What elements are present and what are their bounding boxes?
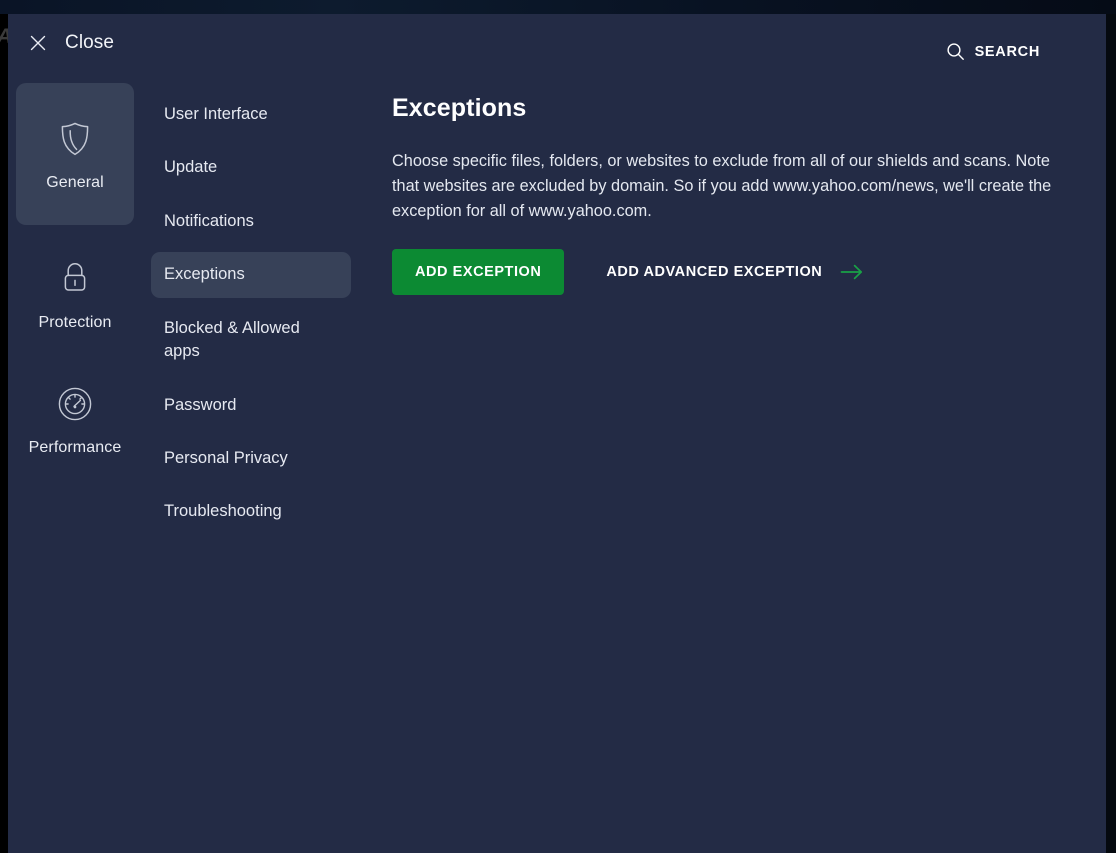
sidebar-item-performance-label: Performance — [28, 439, 122, 456]
lock-icon — [60, 261, 90, 302]
nav-item-exceptions[interactable]: Exceptions — [151, 252, 351, 298]
add-advanced-exception-button[interactable]: ADD ADVANCED EXCEPTION — [604, 257, 866, 287]
nav-item-personal-privacy[interactable]: Personal Privacy — [151, 436, 351, 481]
background-right-strip — [1106, 14, 1116, 853]
close-icon — [28, 33, 48, 53]
sidebar-item-performance[interactable]: Performance — [16, 364, 134, 475]
search-icon — [946, 42, 965, 61]
main-content: Exceptions Choose specific files, folder… — [392, 94, 1082, 296]
page-description: Choose specific files, folders, or websi… — [392, 152, 1052, 220]
nav-item-troubleshooting[interactable]: Troubleshooting — [151, 489, 351, 534]
app-window: A Close SEA — [0, 0, 1116, 853]
sidebar-item-general[interactable]: General — [16, 83, 134, 225]
primary-sidebar: General Protection Performance — [16, 83, 142, 489]
close-label: Close — [65, 32, 115, 53]
action-row: ADD EXCEPTION ADD ADVANCED EXCEPTION — [392, 249, 1082, 296]
search-label: SEARCH — [974, 43, 1040, 60]
background-left-strip — [0, 14, 8, 853]
nav-item-password[interactable]: Password — [151, 383, 351, 428]
speedometer-icon — [57, 386, 93, 427]
search-button[interactable]: SEARCH — [946, 42, 1040, 61]
page-title: Exceptions — [392, 94, 527, 122]
nav-item-user-interface[interactable]: User Interface — [151, 92, 351, 137]
add-exception-button[interactable]: ADD EXCEPTION — [392, 249, 565, 296]
nav-item-notifications[interactable]: Notifications — [151, 199, 351, 244]
close-button[interactable]: Close — [20, 28, 122, 58]
sidebar-item-protection[interactable]: Protection — [16, 239, 134, 350]
settings-panel: Close SEARCH General Protection Performa… — [8, 14, 1106, 853]
arrow-right-icon — [840, 263, 864, 281]
background-titlebar — [0, 0, 1116, 14]
secondary-sidebar: User Interface Update Notifications Exce… — [151, 92, 351, 543]
nav-item-blocked-allowed-apps[interactable]: Blocked & Allowed apps — [151, 306, 351, 375]
sidebar-item-protection-label: Protection — [38, 314, 112, 331]
shield-icon — [59, 121, 91, 162]
nav-item-update[interactable]: Update — [151, 145, 351, 190]
sidebar-item-general-label: General — [46, 173, 104, 191]
settings-header: Close SEARCH — [8, 14, 1106, 76]
add-advanced-exception-label: ADD ADVANCED EXCEPTION — [606, 264, 823, 281]
